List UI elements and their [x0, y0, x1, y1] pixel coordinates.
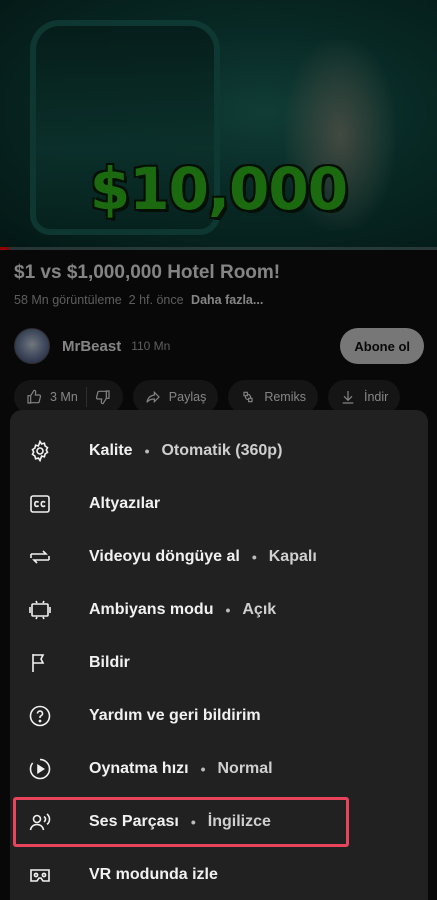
- captions-icon: [28, 492, 52, 516]
- menu-item-label: Yardım ve geri bildirim: [89, 706, 261, 724]
- menu-item-vr-mode[interactable]: VR modunda izle: [10, 848, 428, 900]
- ambient-mode-icon: [28, 598, 52, 622]
- vr-icon: [28, 863, 52, 887]
- help-icon: [28, 704, 52, 728]
- loop-icon: [28, 545, 52, 569]
- gear-icon: [28, 439, 52, 463]
- separator: •: [144, 442, 150, 459]
- highlight-box: [13, 797, 349, 847]
- menu-item-label: Bildir: [89, 653, 130, 671]
- menu-item-label: Kalite: [89, 441, 133, 459]
- separator: •: [251, 548, 257, 565]
- menu-item-value: Normal: [217, 759, 273, 777]
- menu-item-captions[interactable]: Altyazılar: [10, 477, 428, 530]
- flag-icon: [28, 651, 52, 675]
- menu-item-label: Altyazılar: [89, 494, 161, 512]
- menu-item-quality[interactable]: Kalite • Otomatik (360p): [10, 424, 428, 477]
- menu-item-label: Oynatma hızı: [89, 759, 189, 777]
- separator: •: [225, 601, 231, 618]
- menu-item-report[interactable]: Bildir: [10, 636, 428, 689]
- menu-item-loop[interactable]: Videoyu döngüye al • Kapalı: [10, 530, 428, 583]
- menu-item-value: Otomatik (360p): [161, 441, 283, 459]
- menu-item-playback-speed[interactable]: Oynatma hızı • Normal: [10, 742, 428, 795]
- menu-item-value: Kapalı: [268, 547, 317, 565]
- menu-item-label: Videoyu döngüye al: [89, 547, 240, 565]
- menu-item-label: VR modunda izle: [89, 865, 218, 883]
- menu-item-value: Açık: [242, 600, 277, 618]
- playback-speed-icon: [28, 757, 52, 781]
- menu-item-help[interactable]: Yardım ve geri bildirim: [10, 689, 428, 742]
- settings-sheet: Kalite • Otomatik (360p) Altyazılar Videoy…: [10, 410, 428, 900]
- menu-item-ambient-mode[interactable]: Ambiyans modu • Açık: [10, 583, 428, 636]
- menu-item-label: Ambiyans modu: [89, 600, 214, 618]
- separator: •: [200, 760, 206, 777]
